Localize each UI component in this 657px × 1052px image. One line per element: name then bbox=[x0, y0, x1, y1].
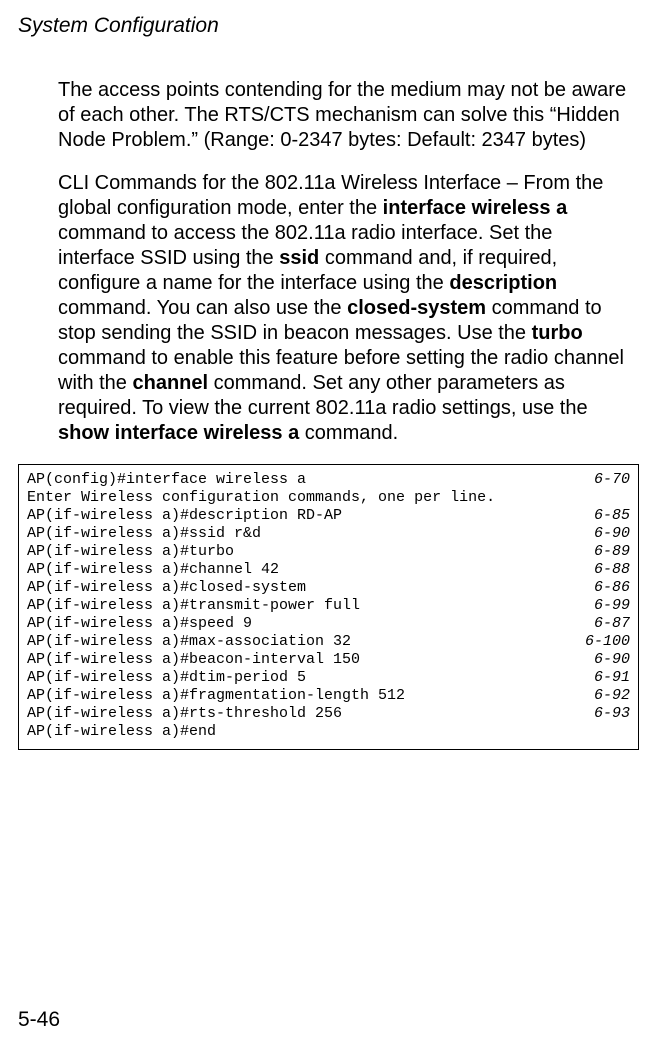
cli-box: AP(config)#interface wireless a 6-70 Ente… bbox=[18, 464, 639, 750]
cli-cmd: AP(if-wireless a)#end bbox=[27, 723, 216, 741]
cli-line: AP(if-wireless a)#fragmentation-length 5… bbox=[27, 687, 630, 705]
cli-line: AP(if-wireless a)#dtim-period 5 6-91 bbox=[27, 669, 630, 687]
body-text: The access points contending for the med… bbox=[58, 78, 629, 446]
cli-cmd: AP(if-wireless a)#max-association 32 bbox=[27, 633, 351, 651]
cli-line: AP(if-wireless a)#description RD-AP 6-85 bbox=[27, 507, 630, 525]
cli-cmd: AP(if-wireless a)#speed 9 bbox=[27, 615, 252, 633]
p2-cmd-ssid: ssid bbox=[279, 247, 319, 269]
cli-ref: 6-88 bbox=[594, 561, 630, 579]
cli-cmd: AP(if-wireless a)#description RD-AP bbox=[27, 507, 342, 525]
cli-ref: 6-87 bbox=[594, 615, 630, 633]
page: System Configuration The access points c… bbox=[0, 0, 657, 1052]
p2-text: command. bbox=[299, 422, 398, 444]
p2-cmd-closed-system: closed-system bbox=[347, 297, 486, 319]
cli-cmd: AP(if-wireless a)#channel 42 bbox=[27, 561, 279, 579]
cli-cmd: AP(if-wireless a)#dtim-period 5 bbox=[27, 669, 306, 687]
p2-cmd-interface: interface wireless a bbox=[383, 197, 568, 219]
cli-line: Enter Wireless configuration commands, o… bbox=[27, 489, 630, 507]
cli-line: AP(config)#interface wireless a 6-70 bbox=[27, 471, 630, 489]
cli-cmd: AP(if-wireless a)#beacon-interval 150 bbox=[27, 651, 360, 669]
cli-cmd: AP(config)#interface wireless a bbox=[27, 471, 306, 489]
cli-cmd: AP(if-wireless a)#closed-system bbox=[27, 579, 306, 597]
p2-cmd-description: description bbox=[449, 272, 557, 294]
paragraph-2: CLI Commands for the 802.11a Wireless In… bbox=[58, 171, 629, 446]
p2-cmd-channel: channel bbox=[132, 372, 208, 394]
cli-line: AP(if-wireless a)#max-association 32 6-10… bbox=[27, 633, 630, 651]
p2-cmd-turbo: turbo bbox=[532, 322, 583, 344]
cli-ref: 6-99 bbox=[594, 597, 630, 615]
cli-cmd: AP(if-wireless a)#turbo bbox=[27, 543, 234, 561]
cli-line: AP(if-wireless a)#turbo 6-89 bbox=[27, 543, 630, 561]
cli-ref: 6-70 bbox=[594, 471, 630, 489]
page-number: 5-46 bbox=[18, 1008, 60, 1032]
cli-line: AP(if-wireless a)#closed-system 6-86 bbox=[27, 579, 630, 597]
cli-cmd: Enter Wireless configuration commands, o… bbox=[27, 489, 495, 507]
cli-ref: 6-91 bbox=[594, 669, 630, 687]
cli-ref: 6-100 bbox=[585, 633, 630, 651]
running-title: System Configuration bbox=[18, 14, 639, 38]
cli-cmd: AP(if-wireless a)#ssid r&d bbox=[27, 525, 261, 543]
cli-ref: 6-85 bbox=[594, 507, 630, 525]
cli-line: AP(if-wireless a)#channel 42 6-88 bbox=[27, 561, 630, 579]
cli-ref: 6-90 bbox=[594, 525, 630, 543]
cli-line: AP(if-wireless a)#transmit-power full 6-9… bbox=[27, 597, 630, 615]
cli-ref: 6-89 bbox=[594, 543, 630, 561]
paragraph-1: The access points contending for the med… bbox=[58, 78, 629, 153]
p2-text: command. You can also use the bbox=[58, 297, 347, 319]
cli-cmd: AP(if-wireless a)#transmit-power full bbox=[27, 597, 360, 615]
p2-cmd-show-interface: show interface wireless a bbox=[58, 422, 299, 444]
cli-line: AP(if-wireless a)#rts-threshold 256 6-93 bbox=[27, 705, 630, 723]
cli-line: AP(if-wireless a)#ssid r&d 6-90 bbox=[27, 525, 630, 543]
cli-cmd: AP(if-wireless a)#fragmentation-length 5… bbox=[27, 687, 405, 705]
cli-ref: 6-92 bbox=[594, 687, 630, 705]
cli-ref: 6-93 bbox=[594, 705, 630, 723]
cli-ref: 6-86 bbox=[594, 579, 630, 597]
cli-line: AP(if-wireless a)#speed 9 6-87 bbox=[27, 615, 630, 633]
cli-ref: 6-90 bbox=[594, 651, 630, 669]
cli-cmd: AP(if-wireless a)#rts-threshold 256 bbox=[27, 705, 342, 723]
cli-line: AP(if-wireless a)#beacon-interval 150 6-9… bbox=[27, 651, 630, 669]
cli-line: AP(if-wireless a)#end bbox=[27, 723, 630, 741]
